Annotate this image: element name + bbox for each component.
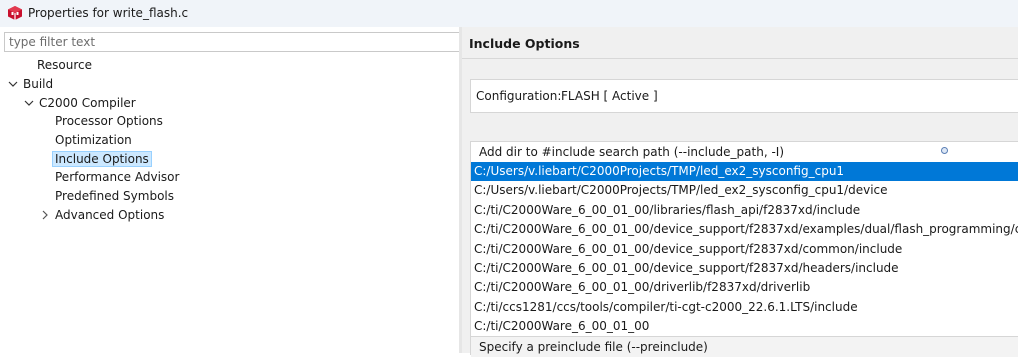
list-item[interactable]: C:/Users/v.liebart/C2000Projects/TMP/led… [471, 162, 1018, 181]
panel-title: Include Options [469, 36, 580, 51]
chevron-down-icon[interactable] [24, 98, 34, 108]
tree-item-label: Include Options [52, 151, 152, 167]
tree-item-processor-options[interactable]: Processor Options [55, 112, 163, 130]
tree-item-optimization[interactable]: Optimization [55, 131, 132, 149]
configuration-select[interactable]: FLASH [ Active ] [561, 89, 658, 103]
include-path-header-label: Add dir to #include search path (--inclu… [479, 145, 785, 159]
preinclude-header: Specify a preinclude file (--preinclude) [471, 336, 1018, 357]
preinclude-header-label: Specify a preinclude file (--preinclude) [479, 340, 708, 354]
tree-item-predefined-symbols[interactable]: Predefined Symbols [55, 187, 174, 205]
tree-item-label: C2000 Compiler [39, 96, 136, 110]
package-icon [8, 6, 22, 20]
tree-item-include-options[interactable]: Include Options [52, 150, 152, 168]
tree-item-label: Advanced Options [55, 208, 165, 222]
configuration-label: Configuration: [476, 89, 562, 103]
window-title: Properties for write_flash.c [28, 6, 189, 20]
filter-input[interactable] [4, 32, 461, 52]
list-item[interactable]: C:/ti/C2000Ware_6_00_01_00/device_suppor… [471, 240, 1018, 259]
chevron-down-icon[interactable] [8, 79, 18, 89]
tree-item-build[interactable]: Build [23, 75, 53, 93]
tree-item-label: Performance Advisor [55, 170, 180, 184]
list-item[interactable]: C:/ti/C2000Ware_6_00_01_00/device_suppor… [471, 220, 1018, 239]
tree-item-label: Predefined Symbols [55, 189, 175, 203]
list-item[interactable]: C:/ti/C2000Ware_6_00_01_00/device_suppor… [471, 259, 1018, 278]
chevron-right-icon[interactable] [40, 210, 50, 220]
configuration-group: Configuration: FLASH [ Active ] [470, 79, 1018, 113]
panel-header: Include Options [462, 27, 1018, 59]
tree-item-performance-advisor[interactable]: Performance Advisor [55, 168, 179, 186]
list-item[interactable]: C:/ti/C2000Ware_6_00_01_00/libraries/fla… [471, 201, 1018, 220]
list-item[interactable]: C:/ti/ccs1281/ccs/tools/compiler/ti-cgt-… [471, 298, 1018, 317]
list-item[interactable]: C:/ti/C2000Ware_6_00_01_00 [471, 317, 1018, 336]
tree-item-label: Processor Options [55, 114, 163, 128]
options-panel: Include Options Configuration: FLASH [ A… [462, 27, 1018, 357]
tree-item-label: Resource [37, 58, 93, 72]
tree-item-advanced-options[interactable]: Advanced Options [55, 206, 164, 224]
property-tree-pane: Resource Build C2000 Compiler Processor … [0, 27, 461, 353]
tree-item-c2000-compiler[interactable]: C2000 Compiler [39, 94, 136, 112]
include-path-header: Add dir to #include search path (--inclu… [471, 142, 1018, 160]
tree-item-label: Optimization [55, 133, 132, 147]
list-item[interactable]: C:/ti/C2000Ware_6_00_01_00/driverlib/f28… [471, 278, 1018, 297]
title-bar: Properties for write_flash.c [0, 0, 1018, 27]
list-item[interactable]: C:/Users/v.liebart/C2000Projects/TMP/led… [471, 181, 1018, 200]
include-path-list: Add dir to #include search path (--inclu… [470, 141, 1018, 357]
add-path-icon[interactable] [941, 147, 948, 154]
tree-item-resource[interactable]: Resource [37, 56, 92, 74]
tree-item-label: Build [23, 77, 54, 91]
